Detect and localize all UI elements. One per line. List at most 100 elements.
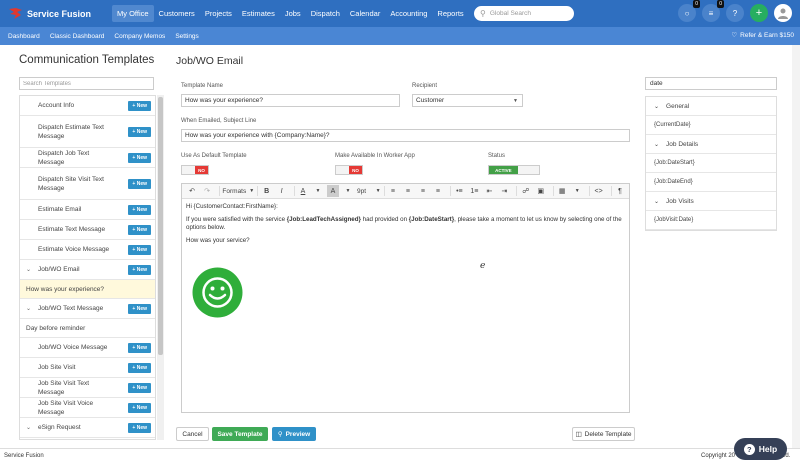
template-category[interactable]: ⌄ eSign Request + New — [20, 418, 155, 438]
new-template-button[interactable]: + New — [128, 204, 151, 215]
save-template-button[interactable]: Save Template — [212, 427, 268, 441]
bold-icon[interactable]: B — [261, 185, 273, 197]
new-template-button[interactable]: + New — [128, 402, 151, 413]
align-left-icon[interactable]: ≡ — [387, 185, 399, 197]
background-color-icon[interactable]: A — [327, 185, 340, 197]
new-template-button[interactable]: + New — [128, 244, 151, 255]
align-justify-icon[interactable]: ≡ — [432, 185, 444, 197]
template-name-field[interactable]: How was your experience? — [181, 94, 400, 107]
caret-down-icon[interactable]: ▼ — [312, 185, 324, 197]
template-category[interactable]: Job/WO Voice Message + New — [20, 338, 155, 358]
delete-template-button[interactable]: ◫ Delete Template — [572, 427, 635, 441]
variable-group[interactable]: ⌄ General — [646, 97, 776, 116]
new-template-button[interactable]: + New — [128, 422, 151, 433]
template-search-input[interactable] — [19, 77, 154, 90]
happy-face-icon[interactable] — [189, 264, 246, 321]
editor-content[interactable]: Hi {CustomerContact:FirstName}: If you w… — [182, 199, 629, 254]
template-category[interactable]: ⌄ Job/WO Text Message + New — [20, 299, 155, 319]
nav-item-accounting[interactable]: Accounting — [385, 5, 432, 22]
help-button[interactable]: ? Help — [734, 438, 787, 460]
brand[interactable]: Service Fusion — [0, 7, 112, 20]
undo-icon[interactable]: ↶ — [186, 185, 198, 197]
template-category[interactable]: Job Site Visit Text Message + New — [20, 378, 155, 398]
paragraph-icon[interactable]: ¶ — [614, 185, 626, 197]
nav-item-dispatch[interactable]: Dispatch — [306, 5, 345, 22]
nav-item-reports[interactable]: Reports — [432, 5, 468, 22]
formats-dropdown[interactable]: Formats ▼ — [222, 188, 254, 195]
scrollbar-thumb[interactable] — [158, 97, 163, 355]
preview-button[interactable]: ⚲ Preview — [272, 427, 316, 441]
new-template-button[interactable]: + New — [128, 224, 151, 235]
subnav-item-settings[interactable]: Settings — [175, 33, 199, 40]
nav-item-my-office[interactable]: My Office — [112, 5, 154, 22]
notifications-button[interactable]: ≡ 0 — [702, 0, 724, 22]
table-icon[interactable]: ▦ — [556, 185, 568, 197]
subject-line-field[interactable]: How was your experience with {Company:Na… — [181, 129, 630, 142]
new-template-button[interactable]: + New — [128, 126, 151, 137]
template-category[interactable]: Dispatch Site Visit Text Message + New — [20, 168, 155, 200]
user-avatar[interactable] — [774, 4, 792, 22]
template-category[interactable]: ⌄ Job/WO Email + New — [20, 260, 155, 280]
nav-item-calendar[interactable]: Calendar — [345, 5, 385, 22]
outdent-icon[interactable]: ⇤ — [483, 185, 495, 197]
text-color-icon[interactable]: A — [297, 185, 309, 197]
new-template-button[interactable]: + New — [128, 362, 151, 373]
new-template-button[interactable]: + New — [128, 303, 151, 314]
add-button[interactable]: + — [750, 4, 768, 22]
new-template-button[interactable]: + New — [128, 382, 151, 393]
subnav-item-dashboard[interactable]: Dashboard — [8, 33, 40, 40]
nav-item-jobs[interactable]: Jobs — [280, 5, 306, 22]
variable-item[interactable]: {CurrentDate} — [646, 116, 776, 135]
template-category[interactable]: Estimate Email + New — [20, 200, 155, 220]
variable-group[interactable]: ⌄ Job Visits — [646, 192, 776, 211]
indent-icon[interactable]: ⇥ — [498, 185, 510, 197]
template-category[interactable]: Dispatch Estimate Text Message + New — [20, 116, 155, 148]
template-category[interactable]: Job Site Visit + New — [20, 358, 155, 378]
nav-item-estimates[interactable]: Estimates — [237, 5, 280, 22]
new-template-button[interactable]: + New — [128, 178, 151, 189]
rich-text-editor[interactable]: ↶ ↷ Formats ▼ B I A ▼ A ▼ 9pt ▼ ≡ ≡ ≡ ≡ •≡… — [181, 183, 630, 413]
subnav-item-classic-dashboard[interactable]: Classic Dashboard — [50, 33, 105, 40]
bullet-list-icon[interactable]: •≡ — [453, 185, 465, 197]
template-category[interactable]: Account Info + New — [20, 96, 155, 116]
new-template-button[interactable]: + New — [128, 152, 151, 163]
global-search-input[interactable] — [489, 10, 568, 17]
caret-down-icon[interactable]: ▼ — [571, 185, 583, 197]
nav-item-projects[interactable]: Projects — [200, 5, 237, 22]
link-icon[interactable]: ☍ — [520, 185, 532, 197]
new-template-button[interactable]: + New — [128, 342, 151, 353]
variable-group[interactable]: ⌄ Job Details — [646, 135, 776, 154]
numbered-list-icon[interactable]: 1≡ — [468, 185, 480, 197]
template-list-scrollbar[interactable] — [157, 95, 164, 440]
help-button[interactable]: ? — [726, 4, 744, 22]
subnav-item-company-memos[interactable]: Company Memos — [114, 33, 165, 40]
italic-icon[interactable]: I — [276, 185, 288, 197]
template-category[interactable]: Estimate Text Message + New — [20, 220, 155, 240]
template-item[interactable]: How was your experience? — [20, 280, 155, 299]
variable-item[interactable]: {Job:DateEnd} — [646, 173, 776, 192]
template-category[interactable]: Job Site Visit Voice Message + New — [20, 398, 155, 418]
chat-button[interactable]: ○ 0 — [678, 0, 700, 22]
new-template-button[interactable]: + New — [128, 264, 151, 275]
align-right-icon[interactable]: ≡ — [417, 185, 429, 197]
redo-icon[interactable]: ↷ — [201, 185, 213, 197]
global-search[interactable]: ⚲ — [474, 6, 574, 21]
variable-item[interactable]: {Job:DateStart} — [646, 154, 776, 173]
source-code-icon[interactable]: <> — [593, 185, 605, 197]
variable-search-input[interactable]: date — [645, 77, 777, 90]
template-category[interactable]: Estimate Voice Message + New — [20, 240, 155, 260]
recipient-select[interactable]: Customer ▼ — [412, 94, 523, 107]
cancel-button[interactable]: Cancel — [176, 427, 209, 441]
template-category[interactable]: Dispatch Job Text Message + New — [20, 148, 155, 168]
font-size-dropdown[interactable]: 9pt ▼ — [357, 188, 381, 195]
variable-item[interactable]: {JobVisit:Date} — [646, 211, 776, 230]
align-center-icon[interactable]: ≡ — [402, 185, 414, 197]
worker-app-toggle[interactable]: NO — [335, 165, 363, 175]
refer-earn-link[interactable]: ♡ Refer & Earn $150 — [731, 31, 794, 40]
status-toggle[interactable]: ACTIVE — [488, 165, 540, 175]
nav-item-customers[interactable]: Customers — [154, 5, 200, 22]
template-item[interactable]: Day before reminder — [20, 319, 155, 338]
caret-down-icon[interactable]: ▼ — [342, 185, 354, 197]
image-icon[interactable]: ▣ — [535, 185, 547, 197]
default-template-toggle[interactable]: NO — [181, 165, 209, 175]
